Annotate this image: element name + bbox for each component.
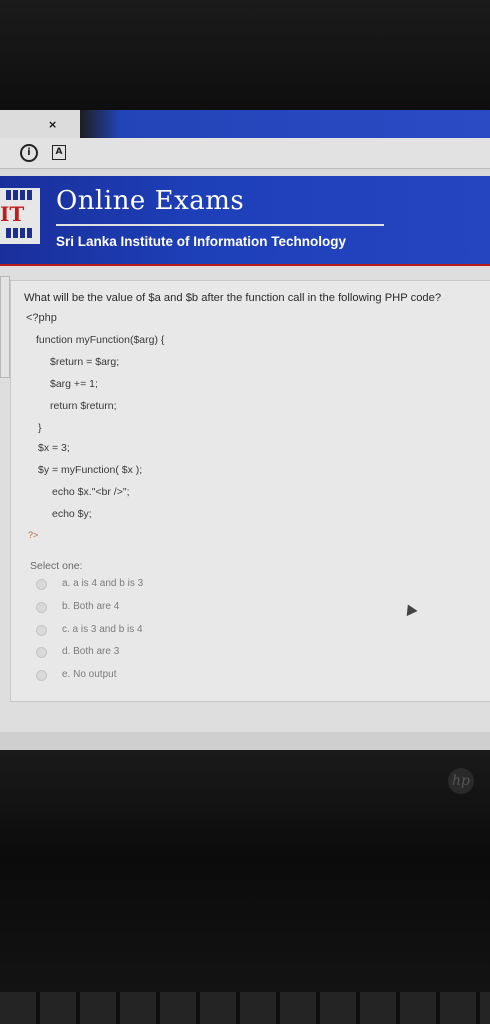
keyboard-function-row: [0, 992, 490, 1024]
page-icon[interactable]: A: [52, 145, 66, 160]
radio-button[interactable]: [36, 625, 47, 636]
monitor-bezel-top: [0, 0, 490, 112]
info-icon[interactable]: i: [20, 144, 38, 162]
code-line: }: [38, 422, 42, 434]
institute-logo: IT: [0, 188, 40, 244]
question-info-strip: [0, 276, 10, 378]
code-line: function myFunction($arg) {: [36, 334, 165, 346]
close-tab-icon[interactable]: ×: [48, 118, 57, 131]
option-label[interactable]: a. a is 4 and b is 3: [62, 578, 143, 589]
code-line: return $return;: [50, 400, 117, 412]
site-header: IT Online Exams Sri Lanka Institute of I…: [0, 176, 490, 264]
laptop-base: hp: [0, 750, 490, 1024]
screen: × i A IT Online Exams Sri Lanka Institut…: [0, 110, 490, 750]
logo-grid-top: [6, 190, 34, 200]
radio-button[interactable]: [36, 647, 47, 658]
select-one-label: Select one:: [30, 560, 83, 572]
code-line: $return = $arg;: [50, 356, 120, 368]
radio-button[interactable]: [36, 579, 47, 590]
exam-content: What will be the value of $a and $b afte…: [0, 264, 490, 746]
option-label[interactable]: e. No output: [62, 669, 116, 680]
browser-tab[interactable]: [0, 110, 80, 138]
option-label[interactable]: b. Both are 4: [62, 601, 119, 612]
page-title: Online Exams: [56, 186, 245, 216]
page-footer: [0, 732, 490, 750]
code-line: <?php: [26, 312, 57, 324]
logo-grid-bottom: [6, 228, 34, 238]
code-line: $arg += 1;: [50, 378, 98, 390]
browser-tab-strip: ×: [0, 110, 490, 138]
code-line: $x = 3;: [38, 442, 70, 454]
option-label[interactable]: c. a is 3 and b is 4: [62, 624, 143, 635]
question-text: What will be the value of $a and $b afte…: [24, 292, 442, 304]
code-line: $y = myFunction( $x );: [38, 464, 143, 476]
hp-logo-icon: hp: [448, 768, 474, 794]
code-line: ?>: [28, 530, 39, 540]
logo-text: IT: [0, 202, 25, 226]
code-line: echo $x."<br />";: [52, 486, 130, 498]
header-divider: [56, 224, 384, 226]
option-label[interactable]: d. Both are 3: [62, 646, 119, 657]
address-bar[interactable]: i A: [0, 138, 490, 169]
radio-button[interactable]: [36, 670, 47, 681]
code-line: echo $y;: [52, 508, 92, 520]
institute-name: Sri Lanka Institute of Information Techn…: [56, 234, 347, 249]
radio-button[interactable]: [36, 602, 47, 613]
